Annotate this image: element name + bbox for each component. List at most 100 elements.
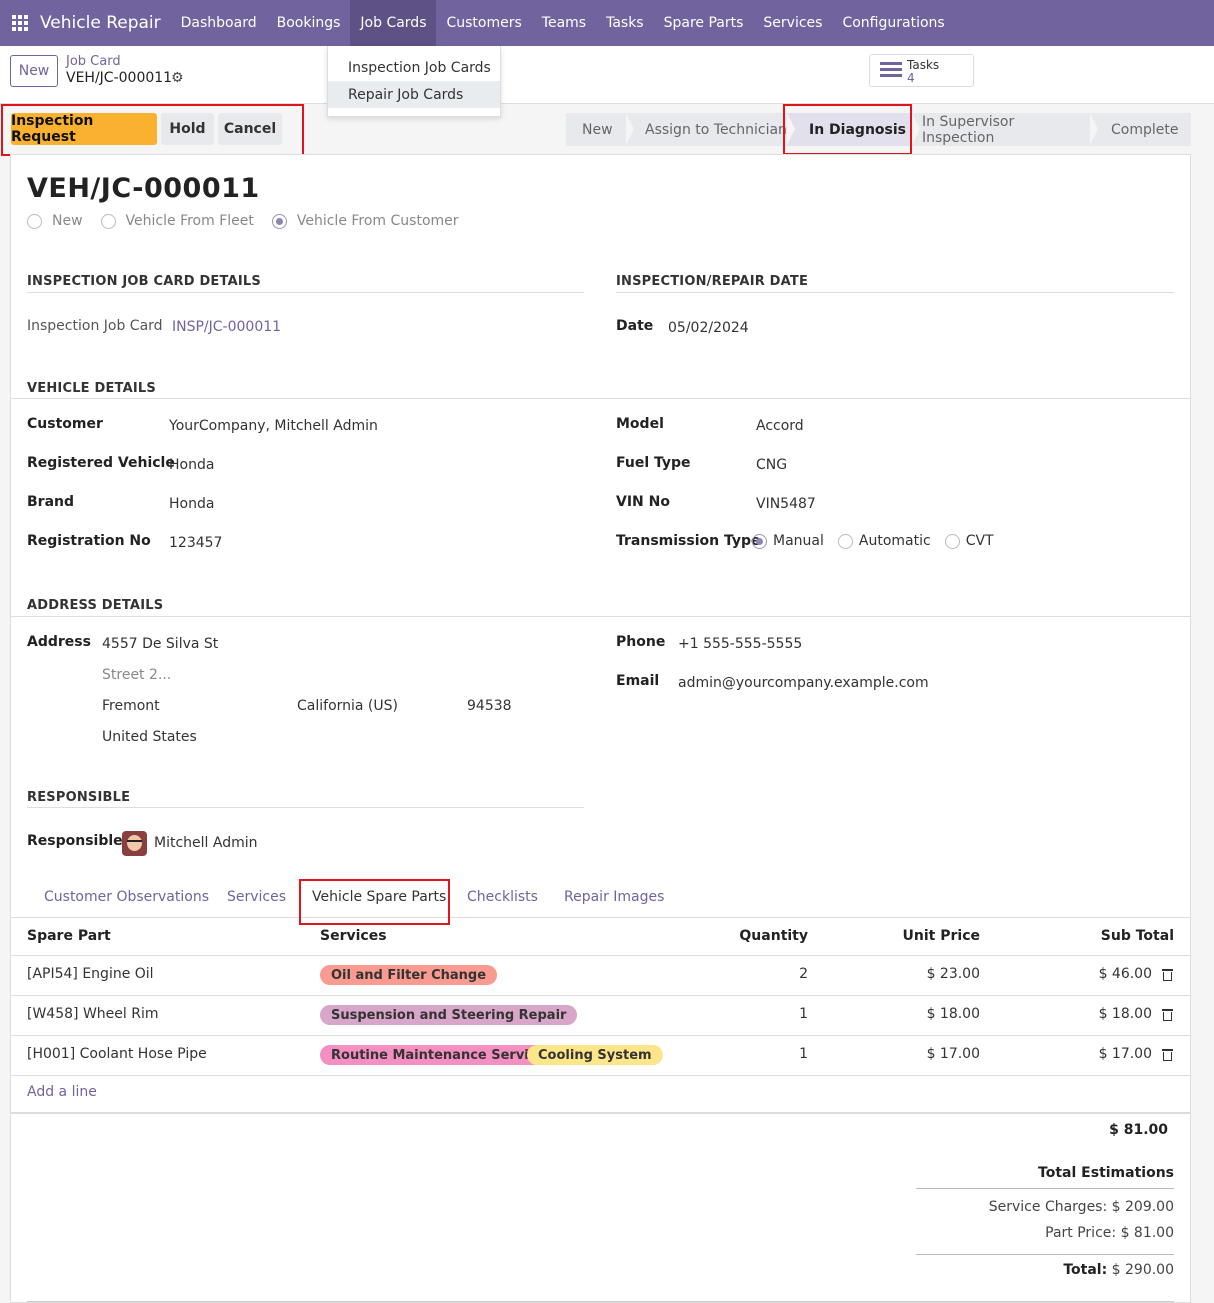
- stage-new[interactable]: New: [566, 113, 634, 146]
- model-label: Model: [616, 416, 664, 432]
- app-name[interactable]: Vehicle Repair: [40, 13, 161, 33]
- section-inspection-date: INSPECTION/REPAIR DATE: [616, 274, 809, 289]
- table-row[interactable]: [W458] Wheel Rim Suspension and Steering…: [11, 996, 1190, 1036]
- table-row[interactable]: [API54] Engine Oil Oil and Filter Change…: [11, 956, 1190, 996]
- service-charges-label: Service Charges:: [988, 1199, 1108, 1215]
- cell-unit-price[interactable]: $ 17.00: [927, 1046, 980, 1062]
- transmission-label: Transmission Type: [616, 533, 761, 549]
- avatar: [122, 831, 147, 856]
- cell-sub-total: $ 17.00: [1098, 1046, 1152, 1062]
- trash-icon[interactable]: [1162, 1009, 1173, 1022]
- part-price-label: Part Price:: [1045, 1225, 1117, 1241]
- nav-tasks[interactable]: Tasks: [596, 0, 654, 46]
- tab-services[interactable]: Services: [227, 889, 286, 905]
- dropdown-repair-job-cards[interactable]: Repair Job Cards: [328, 81, 500, 108]
- registered-vehicle-field[interactable]: Honda: [169, 457, 214, 473]
- cell-quantity[interactable]: 1: [799, 1006, 808, 1022]
- radio-new[interactable]: [27, 213, 42, 229]
- service-tag: Cooling System: [527, 1045, 663, 1065]
- nav-dashboard[interactable]: Dashboard: [171, 0, 267, 46]
- top-navbar: Vehicle Repair Dashboard Bookings Job Ca…: [0, 0, 1214, 46]
- dropdown-inspection-job-cards[interactable]: Inspection Job Cards: [328, 54, 500, 81]
- nav-spare-parts[interactable]: Spare Parts: [654, 0, 754, 46]
- tab-repair-images[interactable]: Repair Images: [564, 889, 664, 905]
- cell-unit-price[interactable]: $ 23.00: [927, 966, 980, 982]
- cell-quantity[interactable]: 2: [799, 966, 808, 982]
- radio-vehicle-from-customer[interactable]: [271, 213, 287, 229]
- registration-field[interactable]: 123457: [169, 535, 222, 551]
- apps-menu-icon[interactable]: [0, 0, 40, 46]
- vin-field[interactable]: VIN5487: [756, 496, 816, 512]
- nav-customers[interactable]: Customers: [436, 0, 531, 46]
- radio-manual[interactable]: [752, 533, 767, 549]
- stage-assign-to-technician[interactable]: Assign to Technician: [626, 113, 795, 146]
- nav-bookings[interactable]: Bookings: [267, 0, 351, 46]
- responsible-field[interactable]: Mitchell Admin: [154, 835, 258, 851]
- phone-field[interactable]: +1 555-555-5555: [678, 636, 802, 652]
- col-unit-price[interactable]: Unit Price: [903, 928, 980, 944]
- tasks-smart-button[interactable]: Tasks 4: [869, 54, 974, 87]
- radio-automatic[interactable]: [837, 533, 853, 549]
- radio-cvt[interactable]: [944, 533, 960, 549]
- table-footer-divider: [11, 1112, 1190, 1114]
- cell-unit-price[interactable]: $ 18.00: [927, 1006, 980, 1022]
- zip-field[interactable]: 94538: [467, 698, 512, 714]
- customer-label: Customer: [27, 416, 103, 432]
- bottom-divider: [27, 1301, 1174, 1302]
- cell-sub-total: $ 18.00: [1098, 1006, 1152, 1022]
- customer-field[interactable]: YourCompany, Mitchell Admin: [169, 418, 378, 434]
- trash-icon[interactable]: [1162, 969, 1173, 982]
- cell-spare-part[interactable]: [API54] Engine Oil: [27, 966, 154, 982]
- section-divider: [11, 398, 1190, 399]
- stage-complete[interactable]: Complete: [1090, 113, 1191, 146]
- tab-customer-observations[interactable]: Customer Observations: [44, 889, 209, 905]
- cell-spare-part[interactable]: [W458] Wheel Rim: [27, 1006, 158, 1022]
- section-vehicle-details: VEHICLE DETAILS: [27, 381, 156, 396]
- col-sub-total[interactable]: Sub Total: [1101, 928, 1174, 944]
- fuel-type-field[interactable]: CNG: [756, 457, 787, 473]
- tasks-icon: [880, 62, 902, 80]
- stage-in-supervisor-inspection[interactable]: In Supervisor Inspection: [912, 113, 1098, 146]
- breadcrumb-current: VEH/JC-000011: [66, 70, 173, 86]
- transmission-radio: Manual Automatic CVT: [752, 533, 994, 549]
- breadcrumb-parent[interactable]: Job Card: [66, 54, 121, 69]
- email-field[interactable]: admin@yourcompany.example.com: [678, 675, 929, 691]
- state-field[interactable]: California (US): [297, 698, 398, 714]
- col-quantity[interactable]: Quantity: [739, 928, 808, 944]
- tab-checklists[interactable]: Checklists: [467, 889, 538, 905]
- radio-label-customer: Vehicle From Customer: [296, 213, 459, 229]
- col-spare-part[interactable]: Spare Part: [27, 928, 111, 944]
- totals-divider: [916, 1254, 1174, 1255]
- nav-configurations[interactable]: Configurations: [832, 0, 954, 46]
- total-row: Total: $ 290.00: [1063, 1262, 1174, 1278]
- inspection-job-card-link[interactable]: INSP/JC-000011: [172, 319, 281, 335]
- gear-icon[interactable]: ⚙: [171, 70, 184, 86]
- table-row[interactable]: [H001] Coolant Hose Pipe Routine Mainten…: [11, 1036, 1190, 1076]
- brand-field[interactable]: Honda: [169, 496, 214, 512]
- tasks-label: Tasks: [907, 58, 940, 72]
- country-field[interactable]: United States: [102, 729, 197, 745]
- street2-field[interactable]: Street 2...: [102, 667, 171, 683]
- cell-quantity[interactable]: 1: [799, 1046, 808, 1062]
- trash-icon[interactable]: [1162, 1049, 1173, 1062]
- registered-vehicle-label: Registered Vehicle: [27, 455, 175, 471]
- street-field[interactable]: 4557 De Silva St: [102, 636, 218, 652]
- model-field[interactable]: Accord: [756, 418, 804, 434]
- nav-services[interactable]: Services: [753, 0, 832, 46]
- radio-vehicle-from-fleet[interactable]: [100, 213, 116, 229]
- add-line-link[interactable]: Add a line: [27, 1084, 97, 1100]
- cell-spare-part[interactable]: [H001] Coolant Hose Pipe: [27, 1046, 207, 1062]
- fuel-type-label: Fuel Type: [616, 455, 691, 471]
- address-label: Address: [27, 634, 91, 650]
- radio-label-manual: Manual: [773, 533, 824, 549]
- service-tag: Oil and Filter Change: [320, 965, 498, 985]
- city-field[interactable]: Fremont: [102, 698, 160, 714]
- record-title: VEH/JC-000011: [27, 173, 260, 204]
- nav-teams[interactable]: Teams: [532, 0, 596, 46]
- date-field[interactable]: 05/02/2024: [668, 320, 749, 336]
- inspection-job-card-label: Inspection Job Card: [27, 318, 163, 334]
- service-charges-value: $ 209.00: [1111, 1199, 1174, 1215]
- col-services[interactable]: Services: [320, 928, 387, 944]
- nav-job-cards[interactable]: Job Cards: [350, 0, 437, 46]
- new-button[interactable]: New: [10, 55, 58, 87]
